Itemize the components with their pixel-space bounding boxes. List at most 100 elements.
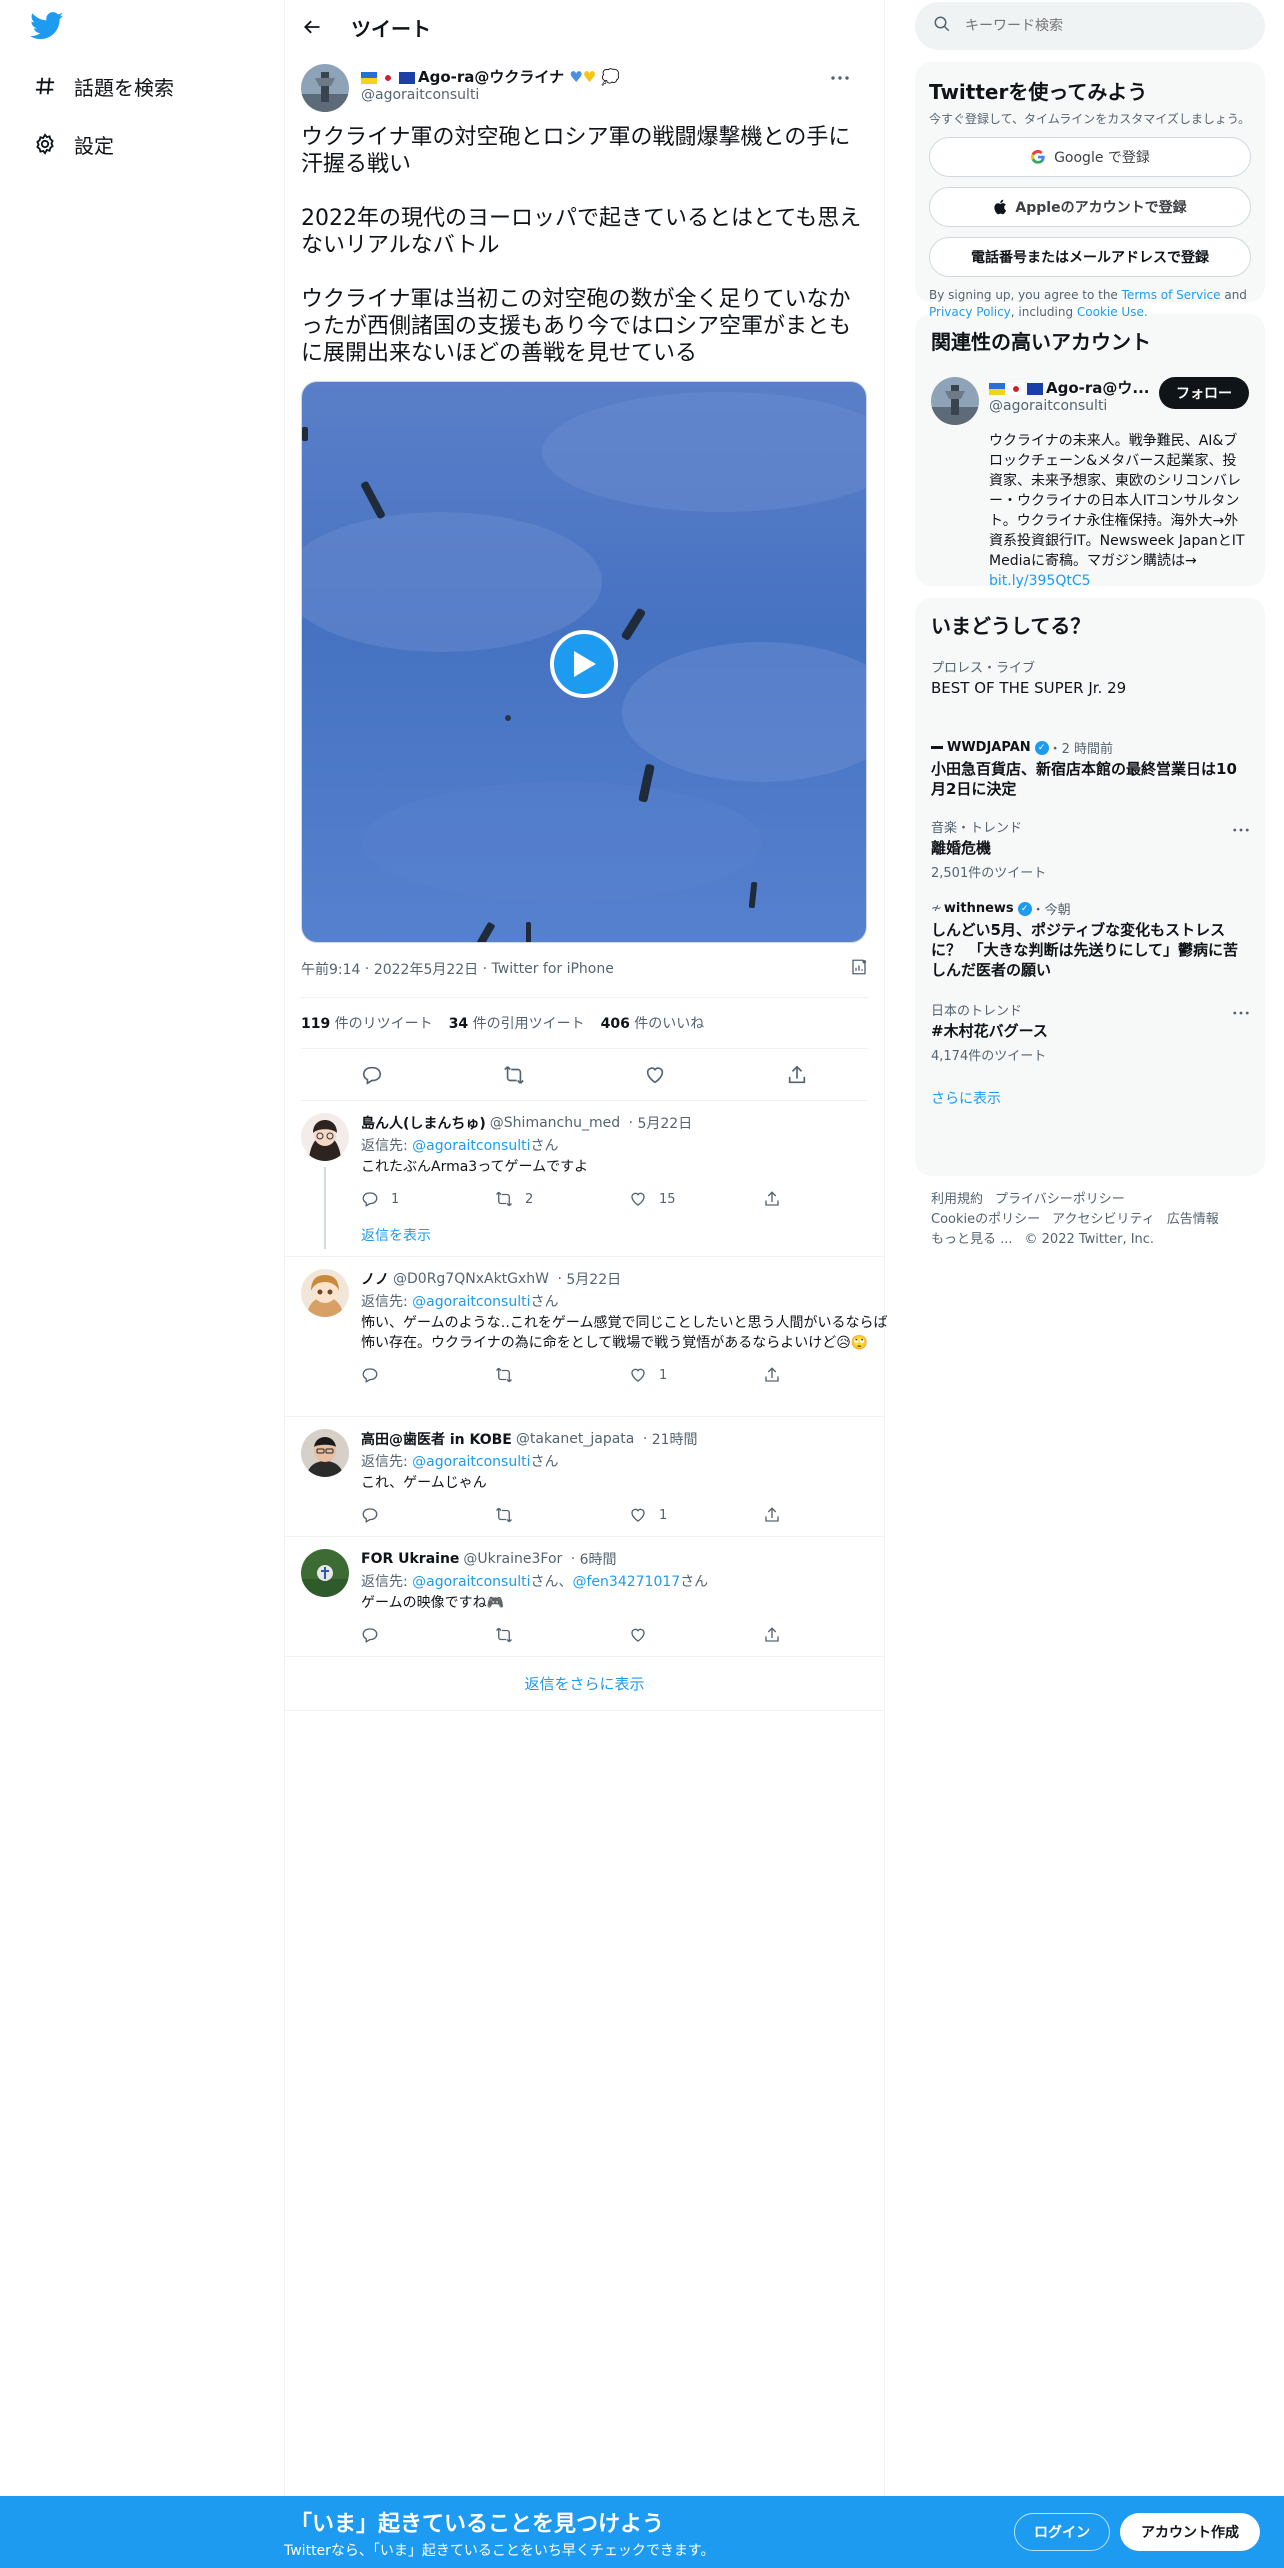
play-icon[interactable]	[550, 630, 618, 698]
trend-item[interactable]: プロレス・ライブ BEST OF THE SUPER Jr. 29	[931, 657, 1249, 698]
reply-like-button[interactable]: 15	[629, 1190, 763, 1208]
reply-share-button[interactable]	[763, 1366, 897, 1384]
reply-reply-button[interactable]	[361, 1366, 495, 1384]
terms-link[interactable]: Terms of Service	[1122, 288, 1221, 302]
show-replies-link[interactable]: 返信を表示	[361, 1219, 897, 1255]
reply-time[interactable]: 5月22日	[637, 1113, 692, 1133]
reply-icon	[361, 1190, 379, 1208]
nav-settings[interactable]: 設定	[20, 116, 114, 172]
trend-item[interactable]: WWDJAPAN ✓ ・2 時間前 小田急百貨店、新宿店本館の最終営業日は10月2日…	[931, 738, 1249, 799]
tweet-video[interactable]	[301, 381, 867, 943]
retweets-stat[interactable]: 119 件のリツイート	[301, 1013, 433, 1033]
reply-tweet[interactable]: 島ん人(しまんちゅ) @Shimanchu_med · 5月22日 返信先: @…	[285, 1101, 884, 1257]
reply-tweet[interactable]: 高田@歯医者 in KOBE @takanet_japata · 21時間 返信…	[285, 1417, 884, 1537]
reply-to-link[interactable]: @agoraitconsulti	[412, 1574, 530, 1590]
reply-share-button[interactable]	[763, 1626, 897, 1644]
trend-more-icon[interactable]	[1233, 1000, 1249, 1019]
back-button[interactable]	[295, 10, 329, 44]
like-icon	[629, 1506, 647, 1524]
author-handle[interactable]: @agoraitconsulti	[361, 87, 620, 103]
reply-tweet[interactable]: FOR Ukraine @Ukraine3For · 6時間 返信先: @ago…	[285, 1537, 884, 1657]
show-more-replies-link[interactable]: 返信をさらに表示	[285, 1657, 884, 1711]
reply-author-handle[interactable]: @takanet_japata	[516, 1431, 635, 1447]
related-account[interactable]: Ago-ra@ウ... @agoraitconsulti フォロー	[931, 377, 1249, 425]
related-account-name[interactable]: Ago-ra@ウ...	[1046, 379, 1150, 397]
reply-to-link[interactable]: @fen34271017	[573, 1574, 681, 1590]
footer-link[interactable]: プライバシーポリシー	[995, 1192, 1125, 1207]
avatar[interactable]	[301, 1429, 349, 1477]
blue-heart-icon: ♥	[564, 68, 583, 86]
avatar[interactable]	[301, 1269, 349, 1317]
google-signup-button[interactable]: Google で登録	[929, 137, 1251, 177]
likes-stat[interactable]: 406 件のいいね	[601, 1013, 705, 1033]
reply-time[interactable]: 6時間	[580, 1549, 617, 1569]
retweet-icon[interactable]	[497, 1058, 531, 1092]
create-account-button[interactable]: アカウント作成	[1120, 2513, 1260, 2551]
login-button[interactable]: ログイン	[1014, 2513, 1110, 2551]
reply-reply-button[interactable]	[361, 1626, 495, 1644]
footer-link[interactable]: もっと見る ...	[931, 1232, 1013, 1247]
reply-time[interactable]: 5月22日	[566, 1269, 621, 1289]
search-bar[interactable]	[915, 2, 1265, 50]
reply-to-link[interactable]: @agoraitconsulti	[412, 1454, 530, 1470]
phone-email-signup-button[interactable]: 電話番号またはメールアドレスで登録	[929, 237, 1251, 277]
reply-to-link[interactable]: @agoraitconsulti	[412, 1138, 530, 1154]
analytics-icon[interactable]	[850, 958, 868, 980]
reply-author-name[interactable]: 高田@歯医者 in KOBE	[361, 1429, 512, 1449]
trend-item[interactable]: 日本のトレンド #木村花バグース 4,174件のツイート	[931, 1000, 1249, 1064]
apple-icon	[993, 199, 1007, 215]
reply-author-name[interactable]: ノノ	[361, 1269, 389, 1289]
nav-explore[interactable]: 話題を検索	[20, 58, 174, 114]
reply-time[interactable]: 21時間	[652, 1429, 698, 1449]
footer-link[interactable]: 利用規約	[931, 1192, 983, 1207]
bio-link[interactable]: bit.ly/395QtC5	[989, 573, 1091, 589]
share-icon[interactable]	[780, 1058, 814, 1092]
footer-link[interactable]: アクセシビリティ	[1052, 1212, 1155, 1227]
reply-retweet-button[interactable]	[495, 1366, 629, 1384]
avatar[interactable]	[931, 377, 979, 425]
reply-share-button[interactable]	[763, 1506, 897, 1524]
reply-author-name[interactable]: FOR Ukraine	[361, 1551, 459, 1567]
trends-show-more-link[interactable]: さらに表示	[931, 1088, 1249, 1108]
follow-button[interactable]: フォロー	[1159, 377, 1249, 409]
reply-reply-button[interactable]	[361, 1506, 495, 1524]
reply-share-button[interactable]	[763, 1190, 897, 1208]
reply-icon[interactable]	[355, 1058, 389, 1092]
reply-author-handle[interactable]: @D0Rg7QNxAktGxhW	[393, 1271, 549, 1287]
footer-link[interactable]: 広告情報	[1167, 1212, 1219, 1227]
reply-reply-button[interactable]: 1	[361, 1190, 495, 1208]
like-icon[interactable]	[638, 1058, 672, 1092]
avatar[interactable]	[301, 1113, 349, 1161]
cookie-link[interactable]: Cookie Use.	[1077, 305, 1148, 319]
reply-retweet-button[interactable]: 2	[495, 1190, 629, 1208]
reply-like-button[interactable]: 1	[629, 1506, 763, 1524]
reply-author-handle[interactable]: @Ukraine3For	[463, 1551, 562, 1567]
author-name[interactable]: Ago-ra@ウクライナ	[418, 68, 564, 86]
signup-card: Twitterを使ってみよう 今すぐ登録して、タイムラインをカスタマイズしましょ…	[915, 62, 1265, 319]
related-account-handle[interactable]: @agoraitconsulti	[989, 398, 1171, 414]
tweet-date[interactable]: 2022年5月22日	[374, 959, 478, 979]
trend-item[interactable]: 音楽・トレンド 離婚危機 2,501件のツイート	[931, 817, 1249, 881]
avatar[interactable]	[301, 1549, 349, 1597]
tweet-source[interactable]: Twitter for iPhone	[492, 961, 614, 977]
reply-retweet-button[interactable]	[495, 1626, 629, 1644]
phone-email-signup-label: 電話番号またはメールアドレスで登録	[971, 250, 1209, 266]
reply-retweet-button[interactable]	[495, 1506, 629, 1524]
trend-more-icon[interactable]	[1233, 817, 1249, 836]
tweet-time[interactable]: 午前9:14	[301, 959, 360, 979]
search-input[interactable]	[965, 18, 1225, 34]
reply-to-link[interactable]: @agoraitconsulti	[412, 1294, 530, 1310]
trend-item[interactable]: ≁ withnews ✓ ・今朝 しんどい5月、ポジティブな変化もストレスに？ 「大き…	[931, 899, 1249, 980]
twitter-logo-icon[interactable]	[30, 12, 70, 46]
reply-like-button[interactable]: 1	[629, 1366, 763, 1384]
more-options-icon[interactable]	[828, 68, 852, 88]
reply-author-name[interactable]: 島ん人(しまんちゅ)	[361, 1113, 486, 1133]
privacy-link[interactable]: Privacy Policy	[929, 305, 1011, 319]
quotes-stat[interactable]: 34 件の引用ツイート	[449, 1013, 585, 1033]
footer-link[interactable]: Cookieのポリシー	[931, 1212, 1040, 1227]
reply-author-handle[interactable]: @Shimanchu_med	[490, 1115, 620, 1131]
reply-like-button[interactable]	[629, 1626, 763, 1644]
apple-signup-button[interactable]: Appleのアカウントで登録	[929, 187, 1251, 227]
reply-tweet[interactable]: ノノ @D0Rg7QNxAktGxhW · 5月22日 返信先: @agorai…	[285, 1257, 888, 1417]
avatar[interactable]	[301, 64, 349, 112]
